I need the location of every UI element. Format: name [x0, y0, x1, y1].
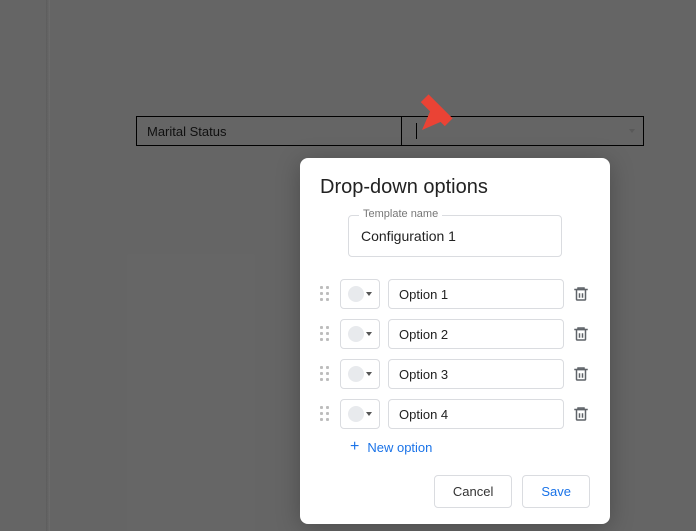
dropdown-cell[interactable] [402, 117, 643, 145]
option-text-input[interactable]: Option 4 [388, 399, 564, 429]
delete-option-button[interactable] [572, 285, 590, 303]
drag-handle-icon[interactable] [320, 286, 332, 302]
delete-option-button[interactable] [572, 325, 590, 343]
color-swatch-icon [348, 286, 364, 302]
field-label-cell: Marital Status [137, 117, 402, 145]
option-color-picker[interactable] [340, 399, 380, 429]
drag-handle-icon[interactable] [320, 326, 332, 342]
chevron-down-icon [366, 412, 372, 416]
option-row: Option 4 [320, 399, 590, 429]
color-swatch-icon [348, 406, 364, 422]
option-text-input[interactable]: Option 2 [388, 319, 564, 349]
template-name-value: Configuration 1 [361, 228, 456, 244]
delete-option-button[interactable] [572, 365, 590, 383]
document-left-edge [46, 0, 50, 531]
dialog-title: Drop-down options [320, 176, 590, 199]
option-text-value: Option 2 [399, 327, 448, 342]
chevron-down-icon [366, 332, 372, 336]
option-color-picker[interactable] [340, 279, 380, 309]
chevron-down-icon [629, 129, 635, 133]
drag-handle-icon[interactable] [320, 366, 332, 382]
template-name-label: Template name [359, 208, 442, 220]
plus-icon: + [350, 439, 359, 455]
option-text-input[interactable]: Option 1 [388, 279, 564, 309]
new-option-button[interactable]: + New option [350, 439, 590, 455]
option-color-picker[interactable] [340, 319, 380, 349]
option-row: Option 2 [320, 319, 590, 349]
color-swatch-icon [348, 326, 364, 342]
field-label-text: Marital Status [147, 124, 226, 139]
option-color-picker[interactable] [340, 359, 380, 389]
option-text-input[interactable]: Option 3 [388, 359, 564, 389]
new-option-label: New option [367, 440, 432, 455]
save-button-label: Save [541, 484, 571, 499]
cancel-button-label: Cancel [453, 484, 493, 499]
option-text-value: Option 4 [399, 407, 448, 422]
options-list: Option 1 Option 2 Option 3 Option 4 [320, 279, 590, 429]
cancel-button[interactable]: Cancel [434, 475, 512, 508]
drag-handle-icon[interactable] [320, 406, 332, 422]
option-text-value: Option 3 [399, 367, 448, 382]
dialog-button-row: Cancel Save [320, 475, 590, 508]
option-row: Option 3 [320, 359, 590, 389]
dropdown-options-dialog: Drop-down options Template name Configur… [300, 158, 610, 524]
save-button[interactable]: Save [522, 475, 590, 508]
form-table-row: Marital Status [136, 116, 644, 146]
delete-option-button[interactable] [572, 405, 590, 423]
option-row: Option 1 [320, 279, 590, 309]
text-cursor [416, 123, 417, 139]
chevron-down-icon [366, 372, 372, 376]
chevron-down-icon [366, 292, 372, 296]
option-text-value: Option 1 [399, 287, 448, 302]
template-name-input[interactable]: Template name Configuration 1 [348, 215, 562, 257]
color-swatch-icon [348, 366, 364, 382]
